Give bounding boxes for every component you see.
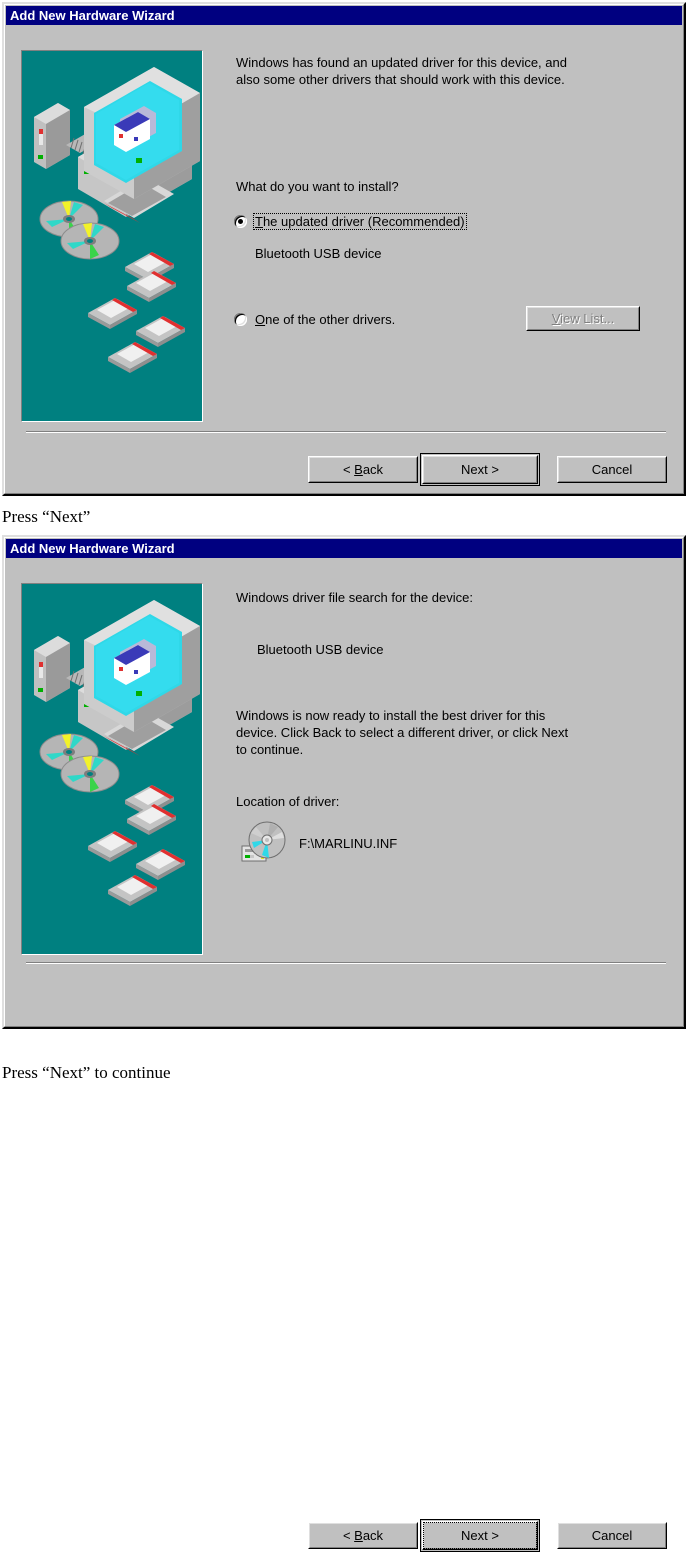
- view-list-button: View List...: [526, 306, 640, 331]
- cancel-button-1[interactable]: Cancel: [557, 456, 667, 483]
- cancel-button-2-face: Cancel: [558, 1523, 666, 1548]
- accel-o: O: [255, 312, 266, 327]
- hardware-wizard-dialog-1[interactable]: Add New Hardware Wizard Windows has foun…: [2, 2, 686, 496]
- accel-b-2: B: [354, 1528, 363, 1543]
- dialog-2-title: Add New Hardware Wizard: [10, 541, 175, 556]
- back-button-1[interactable]: < Back: [308, 456, 418, 483]
- back-button-1-face: < Back: [309, 457, 417, 482]
- next-button-2[interactable]: Next >: [420, 1519, 540, 1552]
- radio-updated-driver-mark[interactable]: [234, 215, 247, 228]
- next-button-1[interactable]: Next >: [420, 453, 540, 486]
- cancel-button-1-face: Cancel: [558, 457, 666, 482]
- caption-press-next-continue: Press “Next” to continue: [2, 1063, 171, 1082]
- next-button-2-face: Next >: [423, 1522, 537, 1549]
- back-button-2-face: < Back: [309, 1523, 417, 1548]
- dialog-2-search-heading: Windows driver file search for the devic…: [236, 590, 473, 605]
- cancel-button-2-label: Cancel: [591, 1528, 633, 1543]
- dialog-1-illustration-panel: [21, 50, 203, 422]
- accel-t: T: [255, 214, 263, 229]
- back-button-2[interactable]: < Back: [308, 1522, 418, 1549]
- cd-disc-icon-2: [60, 755, 120, 793]
- radio-updated-driver-label[interactable]: The updated driver (Recommended): [253, 213, 467, 230]
- caption-press-next: Press “Next”: [2, 507, 91, 526]
- radio-other-drivers-mark[interactable]: [234, 313, 247, 326]
- dialog-1-question-text: What do you want to install?: [236, 179, 399, 194]
- next-button-1-label: Next >: [461, 462, 499, 477]
- cdrom-drive-icon: [241, 821, 286, 862]
- dialog-1-titlebar[interactable]: Add New Hardware Wizard: [6, 6, 682, 25]
- dialog-1-intro-text: Windows has found an updated driver for …: [236, 55, 567, 87]
- cancel-button-2[interactable]: Cancel: [557, 1522, 667, 1549]
- cancel-button-1-label: Cancel: [591, 462, 633, 477]
- wizard-hardware-graphic: [22, 51, 202, 421]
- dialog-1-title: Add New Hardware Wizard: [10, 8, 175, 23]
- radio-other-drivers[interactable]: One of the other drivers.: [234, 312, 396, 327]
- dialog-2-illustration-panel: [21, 583, 203, 955]
- next-button-1-face: Next >: [423, 456, 537, 483]
- dialog-2-ready-text: Windows is now ready to install the best…: [236, 708, 569, 757]
- driver-location-row: F:\MARLINU.INF: [240, 820, 397, 866]
- dialog-2-location-heading: Location of driver:: [236, 794, 340, 809]
- dialog-2-device-name: Bluetooth USB device: [257, 642, 384, 657]
- cd-disc-icon-2: [60, 222, 120, 260]
- accel-v: V: [551, 311, 561, 326]
- back-button-1-label: < Back: [342, 462, 384, 477]
- accel-b-1: B: [354, 462, 363, 477]
- dialog-2-separator: [26, 962, 666, 964]
- back-button-2-label: < Back: [342, 1528, 384, 1543]
- next-button-2-label: Next >: [461, 1528, 499, 1543]
- wizard-hardware-graphic-2: [22, 584, 202, 954]
- hardware-wizard-dialog-2[interactable]: Add New Hardware Wizard Windows driver f…: [2, 535, 686, 1552]
- dialog-2-titlebar[interactable]: Add New Hardware Wizard: [6, 539, 682, 558]
- view-list-button-face: View List...: [527, 307, 639, 330]
- driver-path-text: F:\MARLINU.INF: [299, 835, 398, 851]
- dialog-1-separator: [26, 431, 666, 433]
- radio-other-drivers-label[interactable]: One of the other drivers.: [254, 312, 396, 327]
- radio-updated-driver[interactable]: The updated driver (Recommended): [234, 213, 467, 230]
- view-list-button-label: View List...: [551, 311, 615, 326]
- dialog-1-device-name: Bluetooth USB device: [255, 246, 382, 261]
